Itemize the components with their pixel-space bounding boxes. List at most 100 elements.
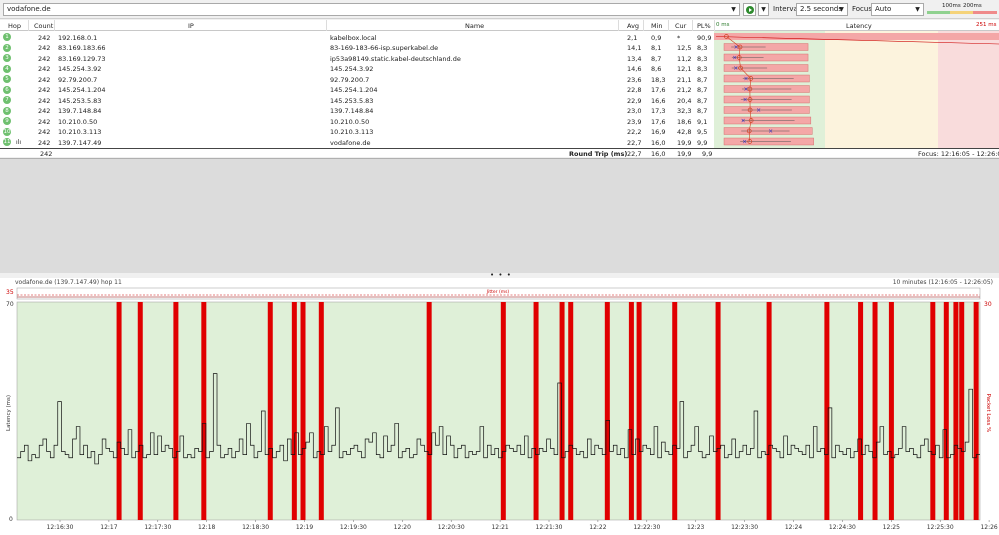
- play-triangle: [748, 7, 752, 12]
- hop-pl: 9,9: [697, 138, 708, 147]
- hop-row[interactable]: 8 242 139.7.148.84 139.7.148.84 23,0 17,3 32,3…: [0, 106, 714, 117]
- svg-text:Packet Loss %: Packet Loss %: [985, 394, 991, 433]
- current-latency-marker: ×: [742, 139, 747, 146]
- hop-row[interactable]: 1 242 192.168.0.1 kabelbox.local 2,1 0,9 * 90,9: [0, 32, 714, 43]
- col-name[interactable]: Name: [465, 22, 484, 30]
- hop-count: 242: [38, 86, 51, 94]
- hop-row[interactable]: 9 242 10.210.0.50 10.210.0.50 23,9 17,6 18,6 9,…: [0, 116, 714, 127]
- latency-graph-svg: Jitter (ms) 35 70 0 30 Latency (ms) Pack…: [6, 287, 998, 531]
- hop-row[interactable]: 11 ılı 242 139.7.147.49 vodafone.de 22,7 16,0 1…: [0, 137, 714, 148]
- hop-cur: 11,2: [677, 54, 692, 63]
- packet-loss-column: [930, 302, 936, 520]
- current-latency-marker: ×: [768, 128, 773, 135]
- col-cur[interactable]: Cur: [675, 22, 686, 30]
- hop-avg: 23,9: [627, 117, 642, 126]
- hop-avg: 22,7: [627, 138, 642, 147]
- packet-loss-column: [959, 302, 965, 520]
- col-avg[interactable]: Avg: [627, 22, 639, 30]
- hop-row[interactable]: 10 242 10.210.3.113 10.210.3.113 22,2 16,9 42,…: [0, 127, 714, 138]
- focus-select[interactable]: Auto ▼: [871, 3, 924, 16]
- hop-ip: 145.253.5.83: [58, 96, 102, 105]
- summary-avg: 22,7: [627, 150, 642, 158]
- hop-cur: 21,2: [677, 86, 692, 94]
- legend-100ms: 100ms: [942, 3, 961, 9]
- col-pl[interactable]: PL%: [697, 22, 711, 30]
- col-hop[interactable]: Hop: [8, 22, 21, 30]
- hop-avg: 2,1: [627, 33, 638, 42]
- hop-number-badge: 1: [3, 33, 11, 41]
- x-tick-label: 12:17:30: [144, 524, 171, 531]
- target-input[interactable]: vodafone.de ▼: [3, 3, 740, 16]
- hop-avg: 22,2: [627, 128, 642, 136]
- packet-loss-column: [943, 302, 949, 520]
- col-count[interactable]: Count: [34, 22, 53, 30]
- hop-avg: 14,1: [627, 44, 642, 52]
- packet-loss-bar: [714, 33, 999, 40]
- packet-loss-column: [672, 302, 678, 520]
- x-tick-label: 12:18:30: [242, 524, 269, 531]
- packet-loss-column: [291, 302, 297, 520]
- packet-loss-column: [766, 302, 772, 520]
- packet-loss-column: [300, 302, 306, 520]
- latency-bar-hop-9: ×: [723, 116, 812, 125]
- latency-legend: 100ms 200ms: [927, 3, 997, 16]
- options-dropdown-button[interactable]: ▼: [758, 3, 769, 16]
- start-trace-button[interactable]: [743, 3, 756, 16]
- target-value: vodafone.de: [7, 5, 51, 13]
- chevron-down-icon: ▼: [839, 6, 844, 13]
- hop-name: ip53a98149.static.kabel-deutschland.de: [330, 54, 461, 63]
- hop-name: 10.210.0.50: [330, 117, 370, 126]
- col-ip[interactable]: IP: [188, 22, 194, 30]
- x-tick-label: 12:20:30: [438, 524, 465, 531]
- hop-pl: 8,3: [697, 65, 708, 73]
- hop-pl: 8,3: [697, 44, 708, 52]
- hop-row[interactable]: 2 242 83.169.183.66 83-169-183-66-isp.super…: [0, 43, 714, 54]
- hop-name: 139.7.148.84: [330, 107, 374, 115]
- hop-row[interactable]: 7 242 145.253.5.83 145.253.5.83 22,9 16,6 20,4…: [0, 95, 714, 106]
- hop-number-badge: 6: [3, 85, 11, 94]
- packet-loss-column: [858, 302, 864, 520]
- hop-row[interactable]: 4 242 145.254.3.92 145.254.3.92 14,6 8,6 12,1 8…: [0, 64, 714, 75]
- latency-panel: × × × × × × × × × ×: [714, 31, 999, 148]
- hop-number-badge: 9: [3, 117, 11, 125]
- col-latency[interactable]: Latency: [846, 22, 872, 30]
- packet-loss-column: [116, 302, 122, 520]
- hop-pl: 8,7: [697, 86, 708, 94]
- hop-row[interactable]: 6 242 145.254.1.204 145.254.1.204 22,8 17,6 21…: [0, 85, 714, 96]
- hop-pl: 8,7: [697, 107, 708, 115]
- hop-count: 242: [38, 75, 51, 84]
- hop-graph-panel: vodafone.de (139.7.147.49) hop 11 10 min…: [0, 278, 999, 535]
- summary-label: Round Trip (ms): [569, 150, 628, 158]
- x-tick-label: 12:19: [296, 524, 313, 531]
- packet-loss-column: [953, 302, 959, 520]
- interval-select[interactable]: 2.5 seconds ▼: [796, 3, 848, 16]
- chevron-down-icon[interactable]: ▼: [729, 5, 738, 14]
- hop-avg: 23,0: [627, 107, 642, 115]
- latency-bar-hop-8: ×: [723, 106, 810, 114]
- hop-number-badge: 7: [3, 96, 11, 104]
- hop-name: 10.210.3.113: [330, 128, 374, 136]
- x-tick-label: 12:17: [100, 524, 117, 531]
- empty-table-area: [0, 158, 999, 274]
- col-min[interactable]: Min: [651, 22, 663, 30]
- hop-ip: 192.168.0.1: [58, 33, 98, 42]
- hop-cur: 32,3: [677, 107, 692, 115]
- interval-value: 2.5 seconds: [800, 5, 842, 13]
- x-tick-label: 12:23:30: [731, 524, 758, 531]
- x-tick-label: 12:18: [198, 524, 215, 531]
- summary-row: 242 Round Trip (ms) 22,7 16,0 19,9 9,9 F…: [0, 148, 999, 158]
- hop-min: 17,6: [651, 86, 666, 94]
- packet-loss-column: [201, 302, 207, 520]
- current-latency-marker: ×: [743, 97, 748, 104]
- hop-min: 18,3: [651, 75, 666, 84]
- x-tick-label: 12:22:30: [633, 524, 660, 531]
- latency-bar-hop-5: ×: [723, 74, 810, 83]
- hop-row[interactable]: 3 242 83.169.129.73 ip53a98149.static.kabel…: [0, 53, 714, 64]
- packet-loss-column: [267, 302, 273, 520]
- hop-name: 145.254.1.204: [330, 86, 378, 94]
- hop-row[interactable]: 5 242 92.79.200.7 92.79.200.7 23,6 18,3 21,1 8,…: [0, 74, 714, 85]
- hop-count: 242: [38, 96, 51, 105]
- bar-chart-icon[interactable]: ılı: [16, 139, 21, 146]
- x-tick-label: 12:19:30: [340, 524, 367, 531]
- packet-loss-column: [500, 302, 506, 520]
